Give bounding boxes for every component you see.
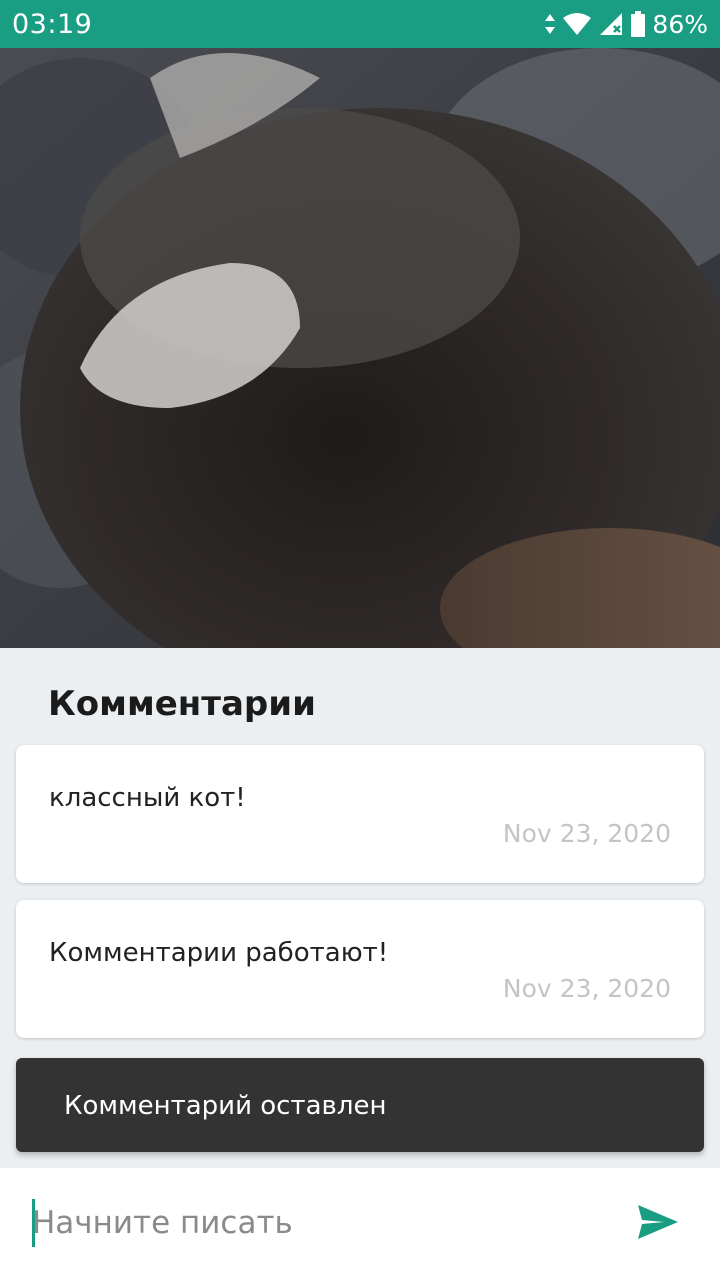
status-icons: 86% [544,10,708,39]
status-bar: 03:19 86% [0,0,720,48]
comments-title: Комментарии [48,684,316,724]
cat-photo[interactable] [0,48,720,648]
status-time: 03:19 [12,8,93,40]
comment-input[interactable] [32,1194,602,1252]
comment-card[interactable]: классный кот! Nov 23, 2020 [16,745,704,883]
comment-card[interactable]: Комментарии работают! Nov 23, 2020 [16,900,704,1038]
data-arrows-icon [544,13,556,35]
comment-text: классный кот! [49,783,246,813]
comment-date: Nov 23, 2020 [502,819,671,848]
comment-date: Nov 23, 2020 [502,974,671,1003]
snackbar: Комментарий оставлен [16,1058,704,1152]
signal-no-sim-icon [598,12,624,36]
comment-text: Комментарии работают! [49,938,389,968]
wifi-icon [562,12,592,36]
snackbar-message: Комментарий оставлен [64,1091,387,1121]
comment-composer [0,1168,720,1280]
battery-percent: 86% [652,9,708,39]
send-icon [636,1203,680,1245]
battery-icon [630,11,646,37]
send-button[interactable] [632,1198,684,1250]
